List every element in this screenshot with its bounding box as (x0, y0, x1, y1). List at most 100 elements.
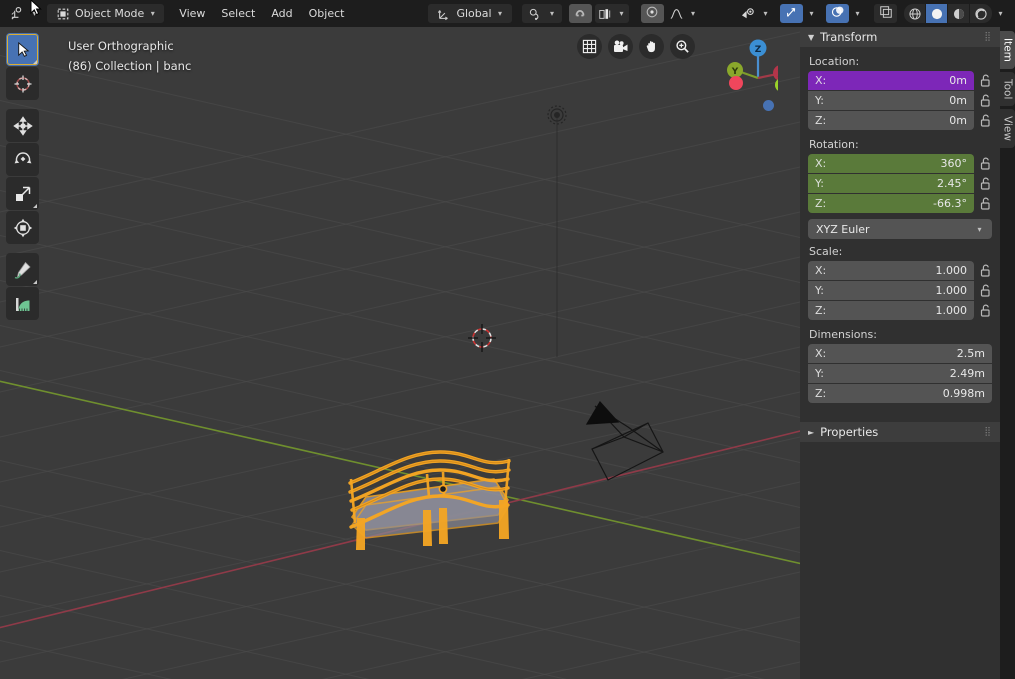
cursor-tool[interactable] (6, 67, 39, 100)
lock-icon[interactable] (979, 197, 992, 211)
rotate-tool[interactable] (6, 143, 39, 176)
location-y-field[interactable]: Y: 0m (808, 91, 974, 110)
properties-panel-header[interactable]: ► Properties ⣿ (800, 422, 1000, 442)
dimensions-z-field[interactable]: Z: 0.998m (808, 384, 992, 403)
show-hide-eye-icon (740, 5, 757, 22)
properties-panel-title: Properties (820, 425, 879, 439)
wireframe-shading-button[interactable] (904, 4, 926, 23)
location-x-row[interactable]: X: 0m (808, 71, 992, 90)
pivot-point-icon (527, 5, 544, 22)
location-x-field[interactable]: X: 0m (808, 71, 974, 90)
editor-type-icon (9, 5, 26, 22)
chevron-down-icon: ▾ (763, 9, 768, 18)
scale-label: Scale: (809, 245, 843, 258)
gizmo-axis-y-label: Y (731, 67, 739, 77)
zoom-view-icon[interactable] (670, 34, 695, 59)
menu-select[interactable]: Select (213, 4, 263, 23)
overlays-icon (831, 5, 845, 22)
rotation-y-row[interactable]: Y: 2.45° (808, 174, 992, 193)
lock-icon[interactable] (979, 284, 992, 298)
transform-orientation-selector[interactable]: Global ▾ (428, 4, 512, 23)
rotation-x-row[interactable]: X: 360° (808, 154, 992, 173)
gizmo-axis-z-label: Z (755, 45, 762, 55)
scale-y-row[interactable]: Y: 1.000 (808, 281, 992, 300)
pan-view-icon[interactable] (639, 34, 664, 59)
gizmo-icon (785, 5, 799, 22)
scale-tool[interactable] (6, 177, 39, 210)
shading-options-button[interactable]: ▾ (992, 4, 1009, 23)
tweak-select-tool[interactable] (6, 33, 39, 66)
location-z-axis-label: Z: (815, 114, 827, 127)
visibility-selector[interactable]: ▾ (736, 4, 774, 23)
lock-icon[interactable] (979, 177, 992, 191)
lock-icon[interactable] (979, 94, 992, 108)
proportional-falloff-button[interactable]: ▾ (664, 4, 702, 23)
material-preview-shading-button[interactable] (948, 4, 970, 23)
camera-view-icon[interactable] (608, 34, 633, 59)
cursor-arrow-icon (18, 41, 30, 57)
lock-icon[interactable] (979, 114, 992, 128)
3d-cursor-icon (14, 75, 31, 92)
snap-settings[interactable]: ▾ (594, 4, 629, 23)
n-panel-sidebar: ▼ Transform ⣿ Location: X: 0m Y: 0m Z: 0… (800, 27, 1000, 679)
pivot-point-button[interactable]: ▾ (521, 4, 562, 23)
rotation-y-field[interactable]: Y: 2.45° (808, 174, 974, 193)
dimensions-x-row[interactable]: X: 2.5m (808, 344, 992, 363)
dimensions-y-value: 2.49m (949, 367, 985, 380)
location-y-row[interactable]: Y: 0m (808, 91, 992, 110)
menu-add[interactable]: Add (263, 4, 300, 23)
gizmo-axis-neg-z[interactable] (763, 100, 774, 111)
menu-view[interactable]: View (171, 4, 213, 23)
lock-icon[interactable] (979, 157, 992, 171)
location-z-field[interactable]: Z: 0m (808, 111, 974, 130)
gizmo-options-button[interactable]: ▾ (803, 4, 820, 23)
rotation-mode-dropdown[interactable]: XYZ Euler ▾ (808, 219, 992, 239)
3d-viewport[interactable]: User Orthographic (86) Collection | banc (0, 27, 800, 679)
rotation-label: Rotation: (809, 138, 859, 151)
scale-z-row[interactable]: Z: 1.000 (808, 301, 992, 320)
scale-y-field[interactable]: Y: 1.000 (808, 281, 974, 300)
menu-object[interactable]: Object (301, 4, 353, 23)
snap-toggle[interactable] (568, 4, 592, 23)
measure-tool[interactable] (6, 287, 39, 320)
dimensions-y-axis-label: Y: (815, 367, 824, 380)
lock-icon[interactable] (979, 304, 992, 318)
rotation-y-axis-label: Y: (815, 177, 824, 190)
transform-orientation-label: Global (456, 7, 492, 20)
orientation-icon (435, 5, 452, 22)
gizmo-toggle[interactable] (780, 4, 803, 23)
view-axis-gizmo[interactable]: Z Y X (708, 32, 778, 102)
dimensions-y-field[interactable]: Y: 2.49m (808, 364, 992, 383)
dimensions-z-row[interactable]: Z: 0.998m (808, 384, 992, 403)
overlays-toggle[interactable] (826, 4, 849, 23)
rotation-x-field[interactable]: X: 360° (808, 154, 974, 173)
transform-tool[interactable] (6, 211, 39, 244)
rotation-z-row[interactable]: Z: -66.3° (808, 194, 992, 213)
sidebar-tab-item[interactable]: Item (1000, 31, 1015, 69)
scale-x-field[interactable]: X: 1.000 (808, 261, 974, 280)
lock-icon[interactable] (979, 264, 992, 278)
rotation-x-value: 360° (940, 157, 968, 170)
scale-z-field[interactable]: Z: 1.000 (808, 301, 974, 320)
overlays-options-button[interactable]: ▾ (849, 4, 866, 23)
viewport-nav-buttons (577, 34, 695, 59)
proportional-edit-toggle[interactable] (640, 4, 664, 23)
scale-x-row[interactable]: X: 1.000 (808, 261, 992, 280)
sidebar-tab-view[interactable]: View (1000, 109, 1015, 149)
transform-panel-header[interactable]: ▼ Transform ⣿ (800, 27, 1000, 47)
toggle-xray-button[interactable] (874, 4, 897, 23)
rotation-z-field[interactable]: Z: -66.3° (808, 194, 974, 213)
sidebar-tab-tool[interactable]: Tool (1000, 71, 1015, 107)
lock-icon[interactable] (979, 74, 992, 88)
move-tool[interactable] (6, 109, 39, 142)
location-z-row[interactable]: Z: 0m (808, 111, 992, 130)
object-mode-selector[interactable]: Object Mode ▾ (47, 4, 165, 23)
panel-drag-grip[interactable]: ⣿ (984, 427, 992, 437)
rendered-shading-button[interactable] (970, 4, 992, 23)
dimensions-y-row[interactable]: Y: 2.49m (808, 364, 992, 383)
grid-toggle-icon[interactable] (577, 34, 602, 59)
dimensions-x-field[interactable]: X: 2.5m (808, 344, 992, 363)
solid-shading-button[interactable] (926, 4, 948, 23)
panel-drag-grip[interactable]: ⣿ (984, 32, 992, 42)
annotate-tool[interactable] (6, 253, 39, 286)
